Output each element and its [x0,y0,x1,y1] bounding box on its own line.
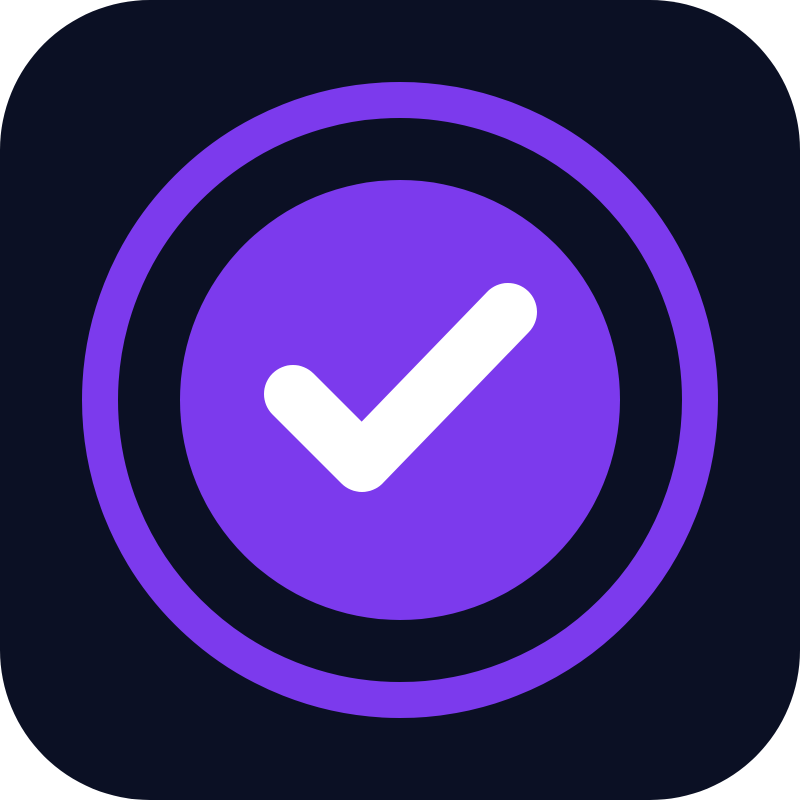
checkmark-badge-icon [82,82,718,718]
app-icon-tile[interactable] [0,0,800,800]
